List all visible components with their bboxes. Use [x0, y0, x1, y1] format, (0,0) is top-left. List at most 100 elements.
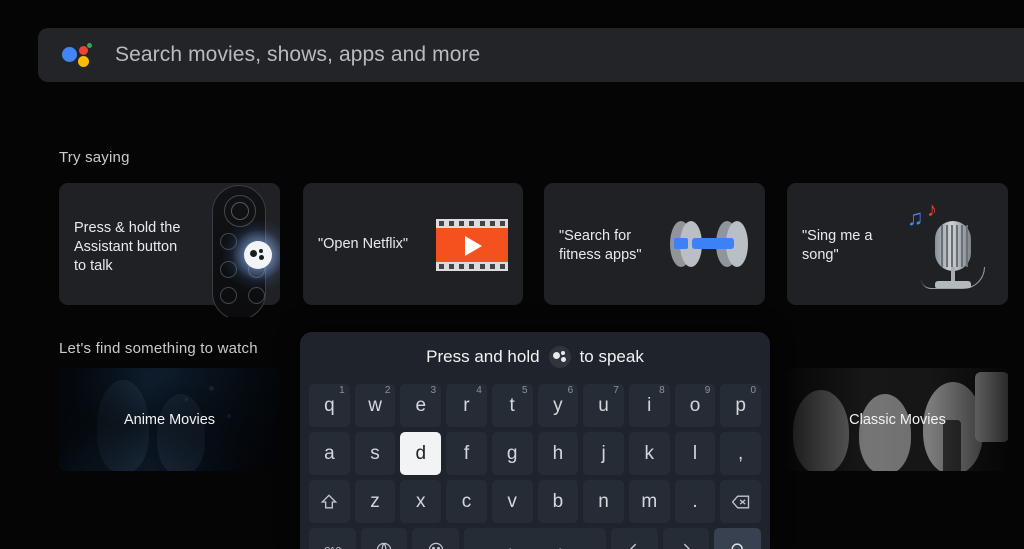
key-k[interactable]: k: [628, 432, 670, 475]
language-key[interactable]: [360, 528, 408, 549]
android-tv-search-screen: Search movies, shows, apps and more Try …: [0, 0, 1024, 549]
key-label: m: [641, 490, 658, 512]
suggestion-card-fitness-apps[interactable]: "Search for fitness apps": [544, 183, 765, 305]
watch-heading: Let's find something to watch: [59, 340, 258, 357]
left-arrow-key[interactable]: [611, 528, 658, 549]
watch-card-anime-movies[interactable]: Anime Movies: [59, 368, 280, 471]
key-label: j: [601, 442, 606, 464]
key-a[interactable]: a: [309, 432, 350, 475]
key-f[interactable]: f: [446, 432, 487, 475]
shift-key[interactable]: [309, 480, 350, 523]
key-s[interactable]: s: [354, 432, 396, 475]
key-label: z: [370, 490, 380, 512]
key-label: q: [324, 394, 335, 416]
suggestion-label: Press & hold the Assistant button to tal…: [74, 220, 181, 274]
key-label: x: [416, 490, 426, 512]
key-label: i: [647, 394, 652, 416]
tv-remote-icon: [184, 177, 280, 317]
key-label: n: [598, 490, 609, 512]
key-label: e: [415, 394, 427, 416]
key-label: ,: [738, 442, 744, 464]
key-label: f: [463, 442, 470, 464]
watch-card-label: Classic Movies: [849, 411, 946, 428]
key-d[interactable]: d: [400, 432, 442, 475]
key-w[interactable]: w2: [354, 384, 396, 427]
key-number-hint: 5: [521, 385, 528, 396]
key-label: r: [463, 394, 470, 416]
backspace-key[interactable]: [720, 480, 762, 523]
key-p[interactable]: p0: [720, 384, 762, 427]
key-label: u: [598, 394, 609, 416]
watch-card-classic-movies[interactable]: Classic Movies: [787, 368, 1008, 471]
keyboard-row: ?123: [309, 528, 761, 549]
key-u[interactable]: u7: [583, 384, 624, 427]
key-label: g: [506, 442, 518, 464]
space-key[interactable]: [463, 528, 607, 549]
right-arrow-key[interactable]: [662, 528, 710, 549]
keyboard-voice-hint: Press and hold to speak: [300, 346, 770, 368]
emoji-key[interactable]: [412, 528, 459, 549]
suggestion-card-sing-me-a-song[interactable]: "Sing me a song" ♫ ♪: [787, 183, 1008, 305]
key-label: h: [552, 442, 564, 464]
key-number-hint: 8: [659, 385, 665, 396]
keyboard-hint-prefix: Press and hold: [426, 347, 540, 366]
key-h[interactable]: h: [537, 432, 579, 475]
key-y[interactable]: y6: [537, 384, 579, 427]
key-number-hint: 9: [704, 385, 711, 396]
key-c[interactable]: c: [446, 480, 487, 523]
key-label: c: [461, 490, 472, 512]
suggestion-label: "Open Netflix": [318, 236, 409, 252]
key-.[interactable]: .: [674, 480, 716, 523]
key-label: d: [415, 442, 427, 464]
microphone-icon: ♫ ♪: [905, 199, 1000, 293]
key-label: s: [370, 442, 380, 464]
key-l[interactable]: l: [674, 432, 716, 475]
key-e[interactable]: e3: [400, 384, 442, 427]
key-label: o: [689, 394, 701, 416]
suggestion-card-assistant-button[interactable]: Press & hold the Assistant button to tal…: [59, 183, 280, 317]
key-r[interactable]: r4: [446, 384, 487, 427]
key-label: a: [324, 442, 335, 464]
keyboard-hint-suffix: to speak: [579, 347, 644, 366]
keyboard-row: a s d f g h j k l,: [309, 432, 762, 475]
key-label: k: [644, 442, 655, 464]
key-o[interactable]: o9: [674, 384, 716, 427]
key-number-hint: 1: [339, 385, 345, 396]
key-label: t: [509, 394, 515, 416]
onscreen-keyboard[interactable]: Press and hold to speak q1w2e3r4t5y6u7i8…: [300, 332, 770, 549]
key-label: .: [692, 490, 698, 512]
key-b[interactable]: b: [537, 480, 579, 523]
key-x[interactable]: x: [400, 480, 442, 523]
key-j[interactable]: j: [583, 432, 624, 475]
assistant-mic-icon[interactable]: [548, 346, 571, 368]
suggestion-card-open-netflix[interactable]: "Open Netflix": [303, 183, 523, 305]
key-z[interactable]: z: [354, 480, 396, 523]
film-play-icon: [436, 219, 508, 271]
key-number-hint: 7: [613, 385, 619, 396]
key-q[interactable]: q1: [309, 384, 350, 427]
key-number-hint: 6: [567, 385, 574, 396]
key-t[interactable]: t5: [491, 384, 533, 427]
key-label: v: [507, 490, 517, 512]
key-label: y: [553, 394, 563, 416]
keyboard-row: z x c v b n m.: [309, 480, 762, 523]
key-number-hint: 0: [750, 385, 757, 396]
key-n[interactable]: n: [583, 480, 624, 523]
search-bar[interactable]: Search movies, shows, apps and more: [38, 28, 1024, 82]
key-m[interactable]: m: [628, 480, 670, 523]
key-label: w: [368, 394, 382, 416]
key-g[interactable]: g: [491, 432, 533, 475]
try-saying-heading: Try saying: [59, 149, 130, 166]
symbols-key[interactable]: ?123: [309, 528, 356, 549]
key-number-hint: 2: [384, 385, 391, 396]
search-input[interactable]: Search movies, shows, apps and more: [115, 43, 480, 67]
key-label: p: [735, 394, 746, 416]
key-,[interactable]: ,: [720, 432, 762, 475]
search-submit-key[interactable]: [714, 528, 761, 549]
key-i[interactable]: i8: [628, 384, 670, 427]
key-label: l: [692, 442, 698, 464]
watch-card-label: Anime Movies: [123, 411, 216, 428]
dumbbell-icon: [664, 217, 754, 272]
key-v[interactable]: v: [491, 480, 533, 523]
keyboard-rows: q1w2e3r4t5y6u7i8o9p0asdfghjkl,zxcvbnm.?1…: [309, 384, 762, 549]
